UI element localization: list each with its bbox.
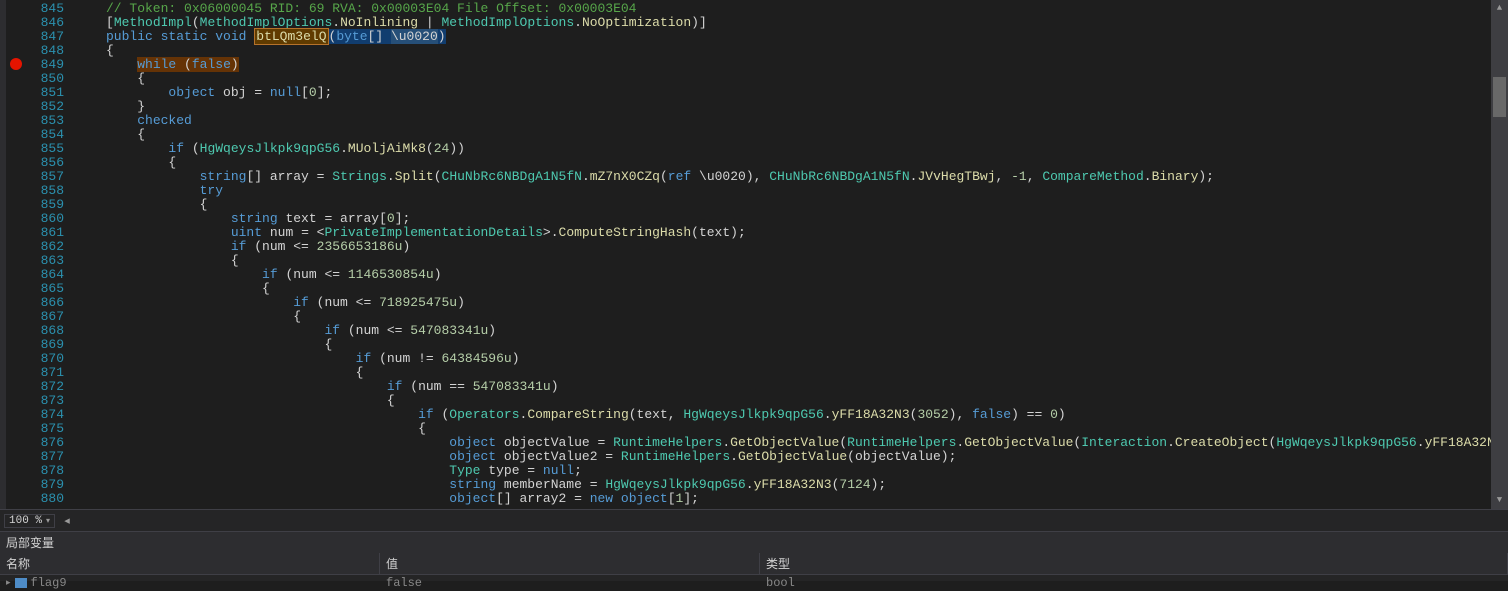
- line-number: 855: [26, 142, 64, 156]
- hscroll-left-icon[interactable]: ◂: [59, 514, 75, 528]
- code-line[interactable]: {: [106, 422, 1491, 436]
- code-line[interactable]: object objectValue = RuntimeHelpers.GetO…: [106, 436, 1491, 450]
- code-line[interactable]: {: [106, 338, 1491, 352]
- vertical-scrollbar[interactable]: ▲ ▼: [1491, 0, 1508, 509]
- locals-body: ▸ flag9 falsebool: [0, 575, 1508, 591]
- code-line[interactable]: if (num <= 1146530854u): [106, 268, 1491, 282]
- code-line[interactable]: {: [106, 254, 1491, 268]
- line-number: 852: [26, 100, 64, 114]
- code-line[interactable]: {: [106, 282, 1491, 296]
- locals-col-name[interactable]: 名称: [0, 553, 380, 574]
- line-number: 880: [26, 492, 64, 506]
- code-line[interactable]: if (num == 547083341u): [106, 380, 1491, 394]
- line-number: 867: [26, 310, 64, 324]
- code-editor[interactable]: 8458468478488498508518528538548558568578…: [0, 0, 1508, 509]
- code-line[interactable]: {: [106, 72, 1491, 86]
- breakpoint-gutter[interactable]: [6, 0, 26, 509]
- code-line[interactable]: Type type = null;: [106, 464, 1491, 478]
- line-number: 866: [26, 296, 64, 310]
- line-number: 861: [26, 226, 64, 240]
- line-number: 862: [26, 240, 64, 254]
- expand-icon[interactable]: ▸: [6, 578, 11, 588]
- line-number: 873: [26, 394, 64, 408]
- line-number: 847: [26, 30, 64, 44]
- code-line[interactable]: if (num <= 2356653186u): [106, 240, 1491, 254]
- line-number: 868: [26, 324, 64, 338]
- line-number: 853: [26, 114, 64, 128]
- code-line[interactable]: {: [106, 156, 1491, 170]
- code-line[interactable]: {: [106, 310, 1491, 324]
- code-line[interactable]: {: [106, 44, 1491, 58]
- line-number: 874: [26, 408, 64, 422]
- line-number: 877: [26, 450, 64, 464]
- line-number: 856: [26, 156, 64, 170]
- code-line[interactable]: {: [106, 394, 1491, 408]
- locals-name: flag9: [31, 576, 67, 590]
- line-number: 848: [26, 44, 64, 58]
- scroll-up-icon[interactable]: ▲: [1491, 0, 1508, 17]
- code-line[interactable]: // Token: 0x06000045 RID: 69 RVA: 0x0000…: [106, 2, 1491, 16]
- line-number: 854: [26, 128, 64, 142]
- scroll-thumb[interactable]: [1493, 77, 1506, 117]
- code-line[interactable]: if (Operators.CompareString(text, HgWqey…: [106, 408, 1491, 422]
- line-number: 846: [26, 16, 64, 30]
- code-area[interactable]: // Token: 0x06000045 RID: 69 RVA: 0x0000…: [76, 0, 1491, 509]
- code-line[interactable]: try: [106, 184, 1491, 198]
- zoom-value: 100 %: [9, 515, 42, 527]
- line-number: 860: [26, 212, 64, 226]
- scroll-track[interactable]: [1491, 17, 1508, 492]
- code-line[interactable]: public static void btLQm3elQ(byte[] \u00…: [106, 30, 1491, 44]
- code-line[interactable]: string text = array[0];: [106, 212, 1491, 226]
- code-line[interactable]: if (num <= 547083341u): [106, 324, 1491, 338]
- line-number: 863: [26, 254, 64, 268]
- line-number: 875: [26, 422, 64, 436]
- code-line[interactable]: object objectValue2 = RuntimeHelpers.Get…: [106, 450, 1491, 464]
- locals-value: false: [380, 575, 760, 591]
- line-number: 878: [26, 464, 64, 478]
- code-line[interactable]: {: [106, 198, 1491, 212]
- line-number: 858: [26, 184, 64, 198]
- line-number: 865: [26, 282, 64, 296]
- code-line[interactable]: uint num = <PrivateImplementationDetails…: [106, 226, 1491, 240]
- locals-type: bool: [760, 575, 1508, 591]
- code-line[interactable]: if (num <= 718925475u): [106, 296, 1491, 310]
- locals-panel: 局部变量 名称 值 类型 ▸flag9falsebool: [0, 531, 1508, 581]
- locals-col-type[interactable]: 类型: [760, 553, 1508, 574]
- editor-footer: 100 % ▾ ◂: [0, 509, 1508, 531]
- zoom-dropdown[interactable]: 100 % ▾: [4, 514, 55, 528]
- line-number: 871: [26, 366, 64, 380]
- code-line[interactable]: }: [106, 100, 1491, 114]
- code-line[interactable]: checked: [106, 114, 1491, 128]
- line-number: 849: [26, 58, 64, 72]
- line-number: 845: [26, 2, 64, 16]
- code-line[interactable]: {: [106, 128, 1491, 142]
- code-line[interactable]: string[] array = Strings.Split(CHuNbRc6N…: [106, 170, 1491, 184]
- line-number: 864: [26, 268, 64, 282]
- line-number: 851: [26, 86, 64, 100]
- scroll-down-icon[interactable]: ▼: [1491, 492, 1508, 509]
- field-icon: [15, 578, 27, 588]
- line-number: 879: [26, 478, 64, 492]
- code-line[interactable]: string memberName = HgWqeysJlkpk9qpG56.y…: [106, 478, 1491, 492]
- code-line[interactable]: {: [106, 366, 1491, 380]
- chevron-down-icon: ▾: [46, 516, 50, 526]
- code-line[interactable]: while (false): [106, 58, 1491, 72]
- line-number: 859: [26, 198, 64, 212]
- line-number: 870: [26, 352, 64, 366]
- locals-header: 名称 值 类型: [0, 553, 1508, 575]
- line-number: 869: [26, 338, 64, 352]
- line-number: 872: [26, 380, 64, 394]
- code-line[interactable]: object obj = null[0];: [106, 86, 1491, 100]
- line-number: 876: [26, 436, 64, 450]
- line-number: 850: [26, 72, 64, 86]
- breakpoint-icon[interactable]: [10, 58, 22, 70]
- line-number: 857: [26, 170, 64, 184]
- code-line[interactable]: if (HgWqeysJlkpk9qpG56.MUoljAiMk8(24)): [106, 142, 1491, 156]
- locals-row[interactable]: ▸ flag9 falsebool: [0, 575, 1508, 591]
- locals-col-value[interactable]: 值: [380, 553, 760, 574]
- locals-title: 局部变量: [0, 532, 1508, 553]
- code-line[interactable]: if (num != 64384596u): [106, 352, 1491, 366]
- code-line[interactable]: object[] array2 = new object[1];: [106, 492, 1491, 506]
- line-number-gutter: 8458468478488498508518528538548558568578…: [26, 0, 76, 509]
